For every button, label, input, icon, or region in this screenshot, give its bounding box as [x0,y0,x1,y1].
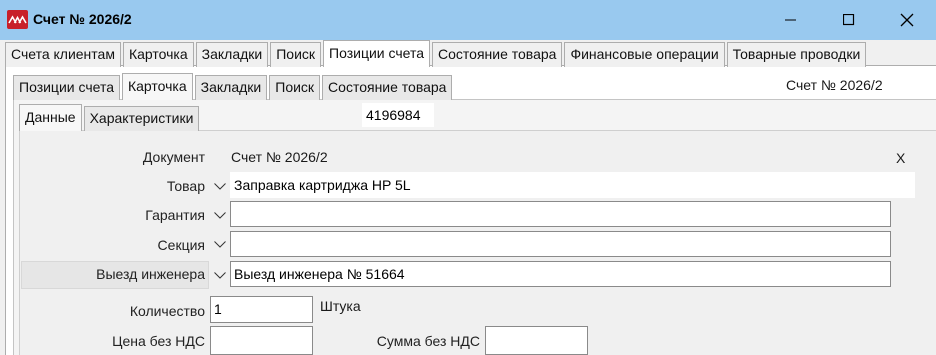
tab-financial-operations[interactable]: Финансовые операции [564,42,725,67]
chevron-down-icon [214,240,226,248]
engineer-dropdown[interactable] [210,263,230,287]
sum-label: Сумма без НДС [376,333,480,349]
record-id: 4196984 [362,103,434,127]
maximize-icon [843,14,855,26]
tab-goods-postings[interactable]: Товарные проводки [726,42,867,67]
sum-field[interactable] [485,326,588,355]
cardtab-characteristics[interactable]: Характеристики [83,106,200,131]
tab-card[interactable]: Карточка [122,42,194,67]
close-icon [900,13,914,27]
title-bar: Счет № 2026/2 [0,0,936,40]
quantity-field[interactable]: 1 [210,296,313,323]
tab-search[interactable]: Поиск [270,42,322,67]
invoice-ref: Счет № 2026/2 [786,77,883,93]
chevron-down-icon [214,211,226,219]
tab-bookmarks[interactable]: Закладки [195,42,269,67]
subtab-card[interactable]: Карточка [121,73,193,100]
minimize-icon [785,19,796,21]
warranty-field[interactable] [230,201,891,227]
tab-goods-state[interactable]: Состояние товара [432,42,563,67]
minimize-button[interactable] [762,0,820,40]
section-dropdown[interactable] [210,232,230,256]
subtab-search[interactable]: Поиск [269,75,321,100]
section-field[interactable] [230,231,891,257]
product-label: Товар [166,178,205,194]
section-label: Секция [157,237,205,253]
document-label: Документ [142,149,205,165]
tab-invoice-items[interactable]: Позиции счета [323,40,431,67]
sub-tab-bar: Позиции счета Карточка Закладки Поиск Со… [13,73,454,100]
app-logo-icon[interactable] [7,10,28,29]
warranty-label: Гарантия [145,207,205,223]
cardtab-data[interactable]: Данные [19,104,82,131]
engineer-field[interactable]: Выезд инженера № 51664 [230,261,891,287]
unit-label: Штука [320,298,361,314]
subtab-invoice-items[interactable]: Позиции счета [13,75,120,100]
close-document-button[interactable]: X [896,150,905,166]
document-value: Счет № 2026/2 [231,149,328,165]
chevron-down-icon [214,182,226,190]
quantity-label: Количество [129,303,205,319]
product-dropdown[interactable] [210,174,230,198]
subtab-goods-state[interactable]: Состояние товара [322,75,453,100]
subtab-bookmarks[interactable]: Закладки [194,75,268,100]
engineer-label: Выезд инженера [96,266,205,282]
maximize-button[interactable] [820,0,878,40]
tab-invoices[interactable]: Счета клиентам [5,42,121,67]
product-field[interactable]: Заправка картриджа HP 5L [230,172,915,198]
window-title: Счет № 2026/2 [33,11,132,27]
warranty-dropdown[interactable] [210,203,230,227]
main-tab-bar: Счета клиентам Карточка Закладки Поиск П… [5,40,868,67]
price-field[interactable] [210,326,313,355]
price-label: Цена без НДС [112,333,205,349]
close-button[interactable] [878,0,936,40]
chevron-down-icon [214,271,226,279]
card-tab-bar: Данные Характеристики [19,104,201,131]
